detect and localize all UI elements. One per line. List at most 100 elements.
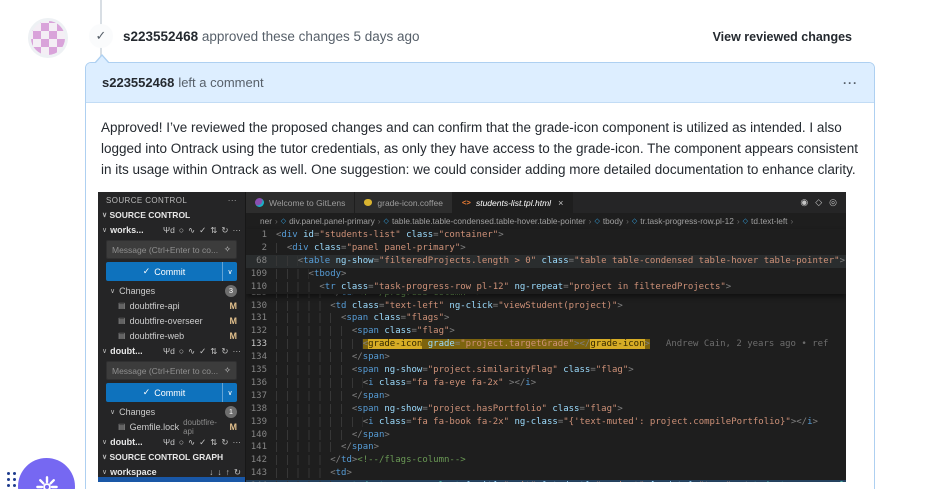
sparkle-icon[interactable]: ✧ <box>224 365 231 376</box>
commit-dropdown[interactable]: ∨ <box>222 262 237 281</box>
commit-dropdown[interactable]: ∨ <box>222 383 237 402</box>
tab-welcome-gitlens[interactable]: Welcome to GitLens <box>246 192 355 213</box>
vscode-screenshot[interactable]: SOURCE CONTROL ··· ∨ SOURCE CONTROL ∨ wo… <box>98 192 846 482</box>
commit-message-input[interactable]: Message (Ctrl+Enter to co... ✧ <box>106 361 237 380</box>
commit-check-icon[interactable]: ✓ <box>199 437 206 448</box>
code-view[interactable]: 129 </td><!--/progress-column-->130 <td … <box>246 294 846 483</box>
code-text: </span> <box>276 441 846 454</box>
file-row[interactable]: ▤ doubtfire-web M <box>98 328 245 343</box>
refresh-icon[interactable]: ↻ <box>221 346 228 357</box>
kebab-menu-icon[interactable]: ··· <box>843 76 858 90</box>
code-line[interactable]: 142 </td><!--/flags-column--> <box>246 454 846 467</box>
section-source-control-graph[interactable]: ∨ SOURCE CONTROL GRAPH <box>98 450 245 464</box>
approval-time[interactable]: 5 days ago <box>354 29 420 44</box>
code-line[interactable]: 132 <span class="flag"> <box>246 325 846 338</box>
accessibility-widget-button[interactable] <box>18 458 75 489</box>
refresh-icon[interactable]: ↻ <box>221 437 228 448</box>
review-comment: s223552468 left a comment ··· Approved! … <box>85 62 875 489</box>
graph-icon[interactable]: ∿ <box>188 225 195 236</box>
code-line[interactable]: 140 </span> <box>246 429 846 442</box>
close-icon[interactable]: × <box>558 198 563 208</box>
repo-row-doubtfire-2[interactable]: ∨ doubt... Ψd ○ ∿ ✓ ⇅ ↻ ··· <box>98 434 245 450</box>
branch-icon[interactable]: Ψd <box>163 225 175 236</box>
breadcrumb-item[interactable]: ner <box>260 216 272 226</box>
approval-username[interactable]: s223552468 <box>123 29 198 44</box>
code-line[interactable]: 130 <td class="text-left" ng-click="view… <box>246 300 846 313</box>
file-row[interactable]: ▤ Gemfile.lock doubtfire-api M <box>98 419 245 434</box>
breadcrumb-item[interactable]: div.panel.panel-primary <box>289 216 375 226</box>
code-line[interactable]: 139 <i class="fa fa-book fa-2x" ng-class… <box>246 416 846 429</box>
code-token: </ <box>330 455 341 465</box>
commit-label: Commit <box>154 388 185 398</box>
prev-change-icon[interactable]: ◉ <box>800 197 808 208</box>
breadcrumb-item[interactable]: tr.task-progress-row.pl-12 <box>640 216 734 226</box>
more-actions-icon[interactable]: ··· <box>233 346 242 357</box>
code-line[interactable]: 141 </span> <box>246 441 846 454</box>
commit-check-icon[interactable]: ✓ <box>199 225 206 236</box>
repo-row-doubtfire[interactable]: ∨ doubt... Ψd ○ ∿ ✓ ⇅ ↻ ··· <box>98 343 245 359</box>
breadcrumb-item[interactable]: table.table.table-condensed.table-hover.… <box>392 216 586 226</box>
refresh-icon[interactable]: ↻ <box>221 225 228 236</box>
commit-icon[interactable]: ○ <box>179 346 184 357</box>
code-line[interactable]: 138 <span ng-show="project.hasPortfolio"… <box>246 403 846 416</box>
code-line[interactable]: 2 <div class="panel panel-primary"> <box>246 242 846 255</box>
commit-message-input[interactable]: Message (Ctrl+Enter to co... ✧ <box>106 240 237 259</box>
code-token: [student] <box>536 481 590 482</box>
commit-icon[interactable]: ○ <box>179 437 184 448</box>
chevron-down-icon: ∨ <box>227 268 232 276</box>
code-line[interactable]: 135 <span ng-show="project.similarityFla… <box>246 364 846 377</box>
commit-icon[interactable]: ○ <box>179 225 184 236</box>
avatar[interactable] <box>28 18 68 58</box>
comment-username[interactable]: s223552468 <box>102 75 174 90</box>
fetch-icon[interactable]: ↓ <box>217 467 221 478</box>
commit-button[interactable]: ✓ Commit ∨ <box>106 262 237 281</box>
code-line[interactable]: 143 <td> <box>246 467 846 480</box>
breadcrumb-item[interactable]: td.text-left <box>751 216 787 226</box>
view-reviewed-changes-link[interactable]: View reviewed changes <box>713 30 852 44</box>
code-line[interactable]: 133 <grade-icon grade="project.targetGra… <box>246 338 846 351</box>
tab-grade-icon-coffee[interactable]: grade-icon.coffee <box>355 192 453 213</box>
burst-icon <box>36 476 58 489</box>
branch-create-icon[interactable]: ⇅ <box>210 225 217 236</box>
more-actions-icon[interactable]: ··· <box>228 196 237 205</box>
repo-row-workspace[interactable]: ∨ works... Ψd ○ ∿ ✓ ⇅ ↻ ··· <box>98 222 245 238</box>
code-token: > <box>444 313 449 323</box>
next-change-icon[interactable]: ◎ <box>829 197 837 208</box>
code-line[interactable]: 136 <i class="fa fa-eye fa-2x" ></i> <box>246 377 846 390</box>
code-line[interactable]: 137 </span> <box>246 390 846 403</box>
code-line[interactable]: 110 <tr class="task-progress-row pl-12" … <box>246 281 846 294</box>
branch-create-icon[interactable]: ⇅ <box>210 437 217 448</box>
file-row[interactable]: ▤ doubtfire-api M <box>98 298 245 313</box>
refresh-icon[interactable]: ↻ <box>234 467 241 478</box>
code-line[interactable]: 68 <table ng-show="filteredProjects.leng… <box>246 255 846 268</box>
graph-icon[interactable]: ∿ <box>188 346 195 357</box>
commit-check-icon[interactable]: ✓ <box>199 346 206 357</box>
code-line[interactable]: 1<div id="students-list" class="containe… <box>246 229 846 242</box>
commit-button[interactable]: ✓ Commit ∨ <box>106 383 237 402</box>
branch-icon[interactable]: Ψd <box>163 437 175 448</box>
code-token: ng-show <box>330 256 373 266</box>
compare-icon[interactable]: ◇ <box>815 197 822 208</box>
file-row[interactable]: ▤ doubtfire-overseer M <box>98 313 245 328</box>
branch-create-icon[interactable]: ⇅ <box>210 346 217 357</box>
more-actions-icon[interactable]: ··· <box>233 437 242 448</box>
push-icon[interactable]: ↑ <box>226 467 230 478</box>
section-source-control[interactable]: ∨ SOURCE CONTROL <box>98 208 245 222</box>
pull-icon[interactable]: ↓ <box>209 467 213 478</box>
more-actions-icon[interactable]: ··· <box>233 225 242 236</box>
graph-icon[interactable]: ∿ <box>188 437 195 448</box>
sparkle-icon[interactable]: ✧ <box>224 244 231 255</box>
code-line[interactable]: 131 <span class="flags"> <box>246 312 846 325</box>
drag-handle-icon[interactable] <box>7 472 16 487</box>
tab-students-list[interactable]: <> students-list.tpl.html × <box>453 192 573 213</box>
code-line[interactable]: 144 <student-campus-select [unit]="unit"… <box>246 480 846 482</box>
breadcrumb-item[interactable]: tbody <box>603 216 623 226</box>
code-token: td <box>341 455 352 465</box>
code-line[interactable]: 109 <tbody> <box>246 268 846 281</box>
breadcrumb[interactable]: ner›◇div.panel.panel-primary›◇table.tabl… <box>246 213 846 229</box>
changes-row[interactable]: ∨ Changes 3 <box>98 283 245 298</box>
code-line[interactable]: 134 </span> <box>246 351 846 364</box>
branch-icon[interactable]: Ψd <box>163 346 175 357</box>
graph-selected-row[interactable] <box>98 477 245 482</box>
code-token: > <box>374 442 379 452</box>
